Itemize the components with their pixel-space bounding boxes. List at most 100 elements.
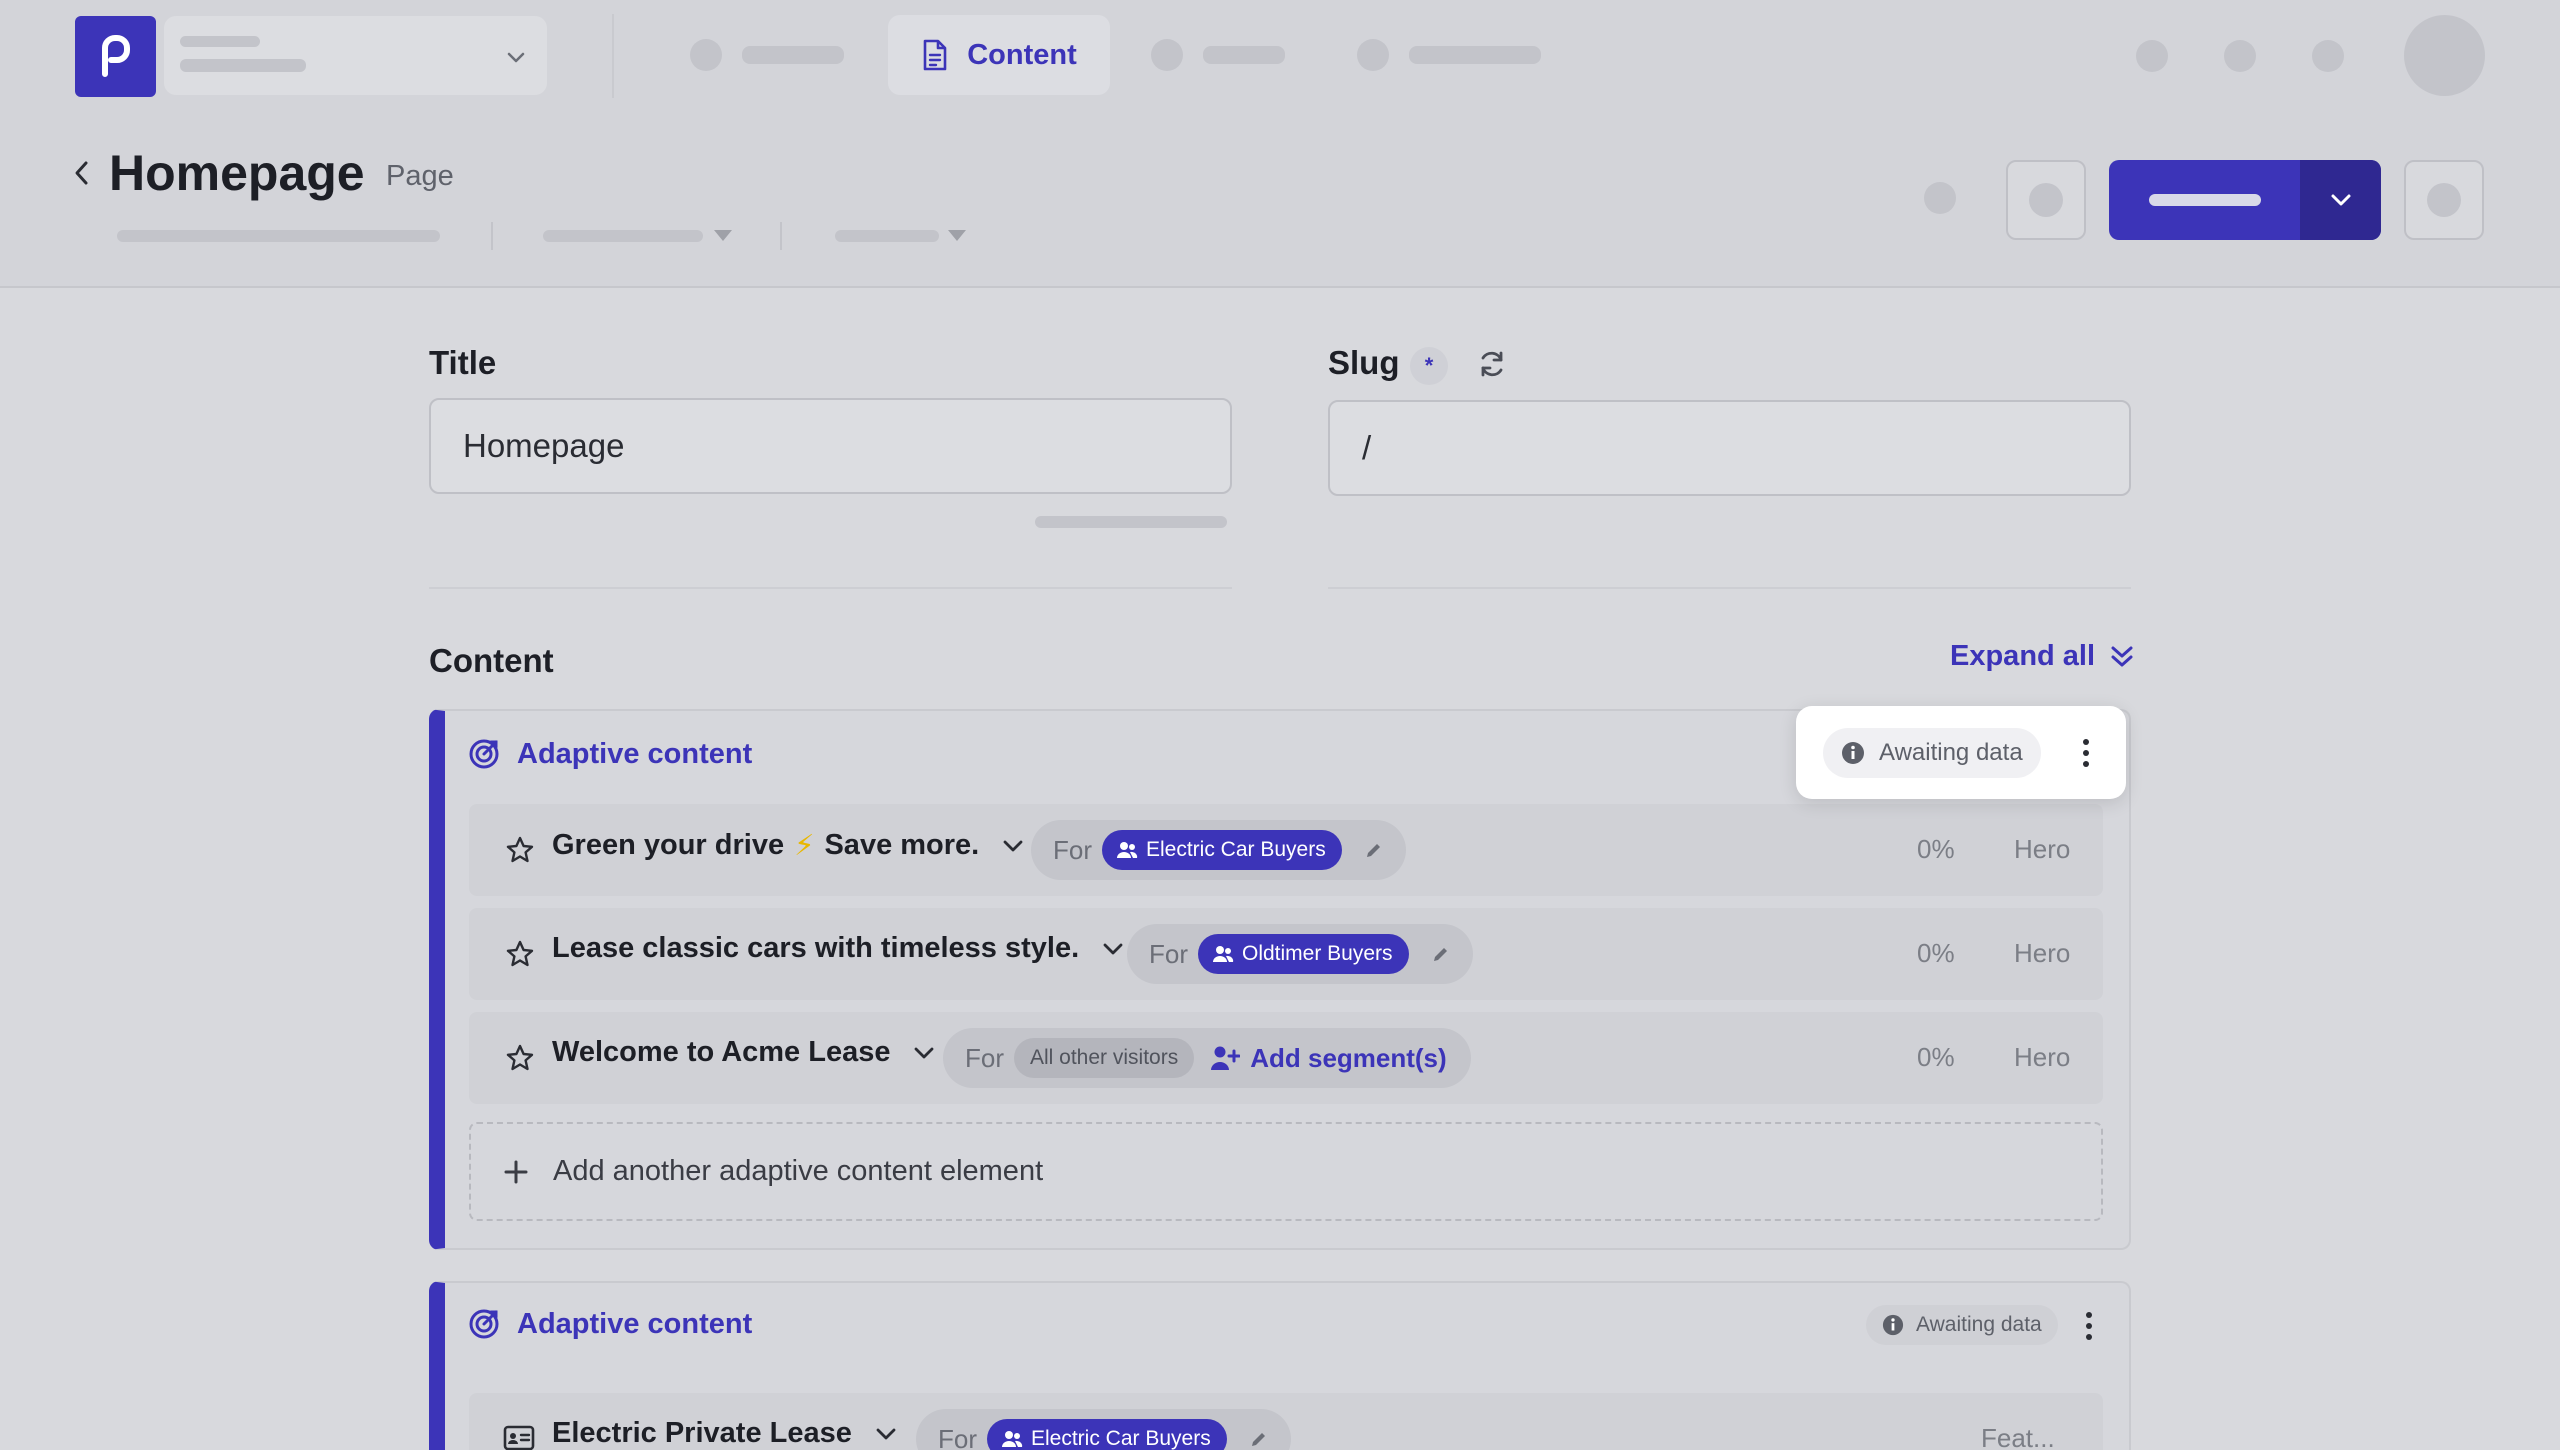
back-arrow-icon[interactable] — [70, 158, 94, 188]
app-logo[interactable] — [75, 16, 156, 97]
nav-label-placeholder — [1409, 46, 1541, 64]
chevron-down-icon — [507, 52, 525, 63]
segment-pill: For Oldtimer Buyers — [1127, 924, 1473, 984]
publish-split-button[interactable] — [2109, 160, 2381, 240]
star-icon[interactable] — [505, 835, 535, 865]
workspace-switcher[interactable] — [164, 16, 547, 95]
star-icon[interactable] — [505, 939, 535, 969]
header-action-icon[interactable] — [1924, 182, 1956, 214]
target-icon — [469, 739, 499, 769]
segment-chip[interactable]: Electric Car Buyers — [1102, 830, 1342, 870]
star-icon[interactable] — [505, 1043, 535, 1073]
info-icon — [1882, 1314, 1904, 1336]
variant-percentage: 0% — [1917, 1042, 1955, 1072]
nav-item-placeholder-3[interactable] — [1357, 39, 1541, 71]
nav-icon-placeholder — [690, 39, 722, 71]
caret-down-icon — [714, 230, 732, 241]
chevron-down-icon[interactable] — [1001, 834, 1025, 858]
variant-row[interactable]: Lease classic cars with timeless style. … — [469, 908, 2103, 1000]
character-count-placeholder — [1035, 516, 1227, 528]
nav-tab-content[interactable]: Content — [888, 15, 1110, 95]
divider — [1328, 587, 2131, 589]
more-options-icon — [2427, 183, 2461, 217]
target-icon — [469, 1309, 499, 1339]
expand-all-label: Expand all — [1950, 640, 2096, 672]
more-vertical-icon[interactable] — [2082, 738, 2089, 767]
variant-title[interactable]: Electric Private Lease — [552, 1417, 898, 1450]
add-segment-label: Add segment(s) — [1250, 1042, 1447, 1073]
for-label: For — [965, 1042, 1004, 1073]
adaptive-content-block: Adaptive content Awaiting data Electric … — [429, 1281, 2131, 1450]
segment-name: Oldtimer Buyers — [1242, 942, 1393, 965]
logo-p-icon — [101, 34, 130, 77]
publish-button[interactable] — [2109, 160, 2300, 240]
adaptive-content-title: Adaptive content — [517, 1307, 753, 1340]
variant-row[interactable]: Welcome to Acme Lease For All other visi… — [469, 1012, 2103, 1104]
double-chevron-down-icon — [2111, 646, 2133, 666]
segment-chip[interactable]: Electric Car Buyers — [987, 1419, 1227, 1450]
preview-button[interactable] — [2006, 160, 2086, 240]
title-input[interactable]: Homepage — [429, 398, 1232, 494]
edit-segment-button[interactable] — [1431, 944, 1451, 964]
variant-percentage: 0% — [1917, 938, 1955, 968]
adaptive-content-header[interactable]: Adaptive content — [467, 1307, 752, 1341]
nav-item-placeholder-1[interactable] — [690, 39, 844, 71]
publish-label-placeholder — [2148, 194, 2261, 206]
nav-item-placeholder-2[interactable] — [1151, 39, 1285, 71]
plus-icon — [504, 1160, 528, 1183]
variant-row[interactable]: Green your drive ⚡ Save more. For Electr… — [469, 804, 2103, 896]
variant-percentage: 0% — [1917, 834, 1955, 864]
add-adaptive-element-button[interactable]: Add another adaptive content element — [469, 1122, 2103, 1221]
adaptive-content-title: Adaptive content — [517, 737, 753, 770]
users-icon — [1213, 946, 1234, 962]
users-icon — [1002, 1431, 1023, 1447]
status-popover: Awaiting data — [1796, 706, 2126, 799]
add-segment-button[interactable]: Add segment(s) — [1210, 1043, 1458, 1074]
add-user-icon — [1211, 1046, 1241, 1070]
divider — [429, 587, 1232, 589]
status-text: Awaiting data — [1916, 1313, 2042, 1336]
publish-options-toggle[interactable] — [2300, 160, 2381, 240]
meta-placeholder-3[interactable] — [835, 230, 939, 242]
status-text: Awaiting data — [1879, 738, 2023, 766]
segment-chip[interactable]: Oldtimer Buyers — [1198, 934, 1409, 974]
more-options-button[interactable] — [2404, 160, 2484, 240]
variant-title[interactable]: Green your drive ⚡ Save more. — [552, 828, 1025, 863]
nav-action-icon-1[interactable] — [2136, 40, 2168, 72]
nav-action-icon-3[interactable] — [2312, 40, 2344, 72]
add-adaptive-element-label: Add another adaptive content element — [553, 1155, 1044, 1187]
chevron-down-icon[interactable] — [1101, 937, 1125, 961]
nav-action-icon-2[interactable] — [2224, 40, 2256, 72]
adaptive-content-header[interactable]: Adaptive content — [467, 737, 752, 771]
segment-pill: For Electric Car Buyers — [916, 1409, 1291, 1450]
more-vertical-icon[interactable] — [2086, 1312, 2092, 1340]
variant-slot: Hero — [2014, 834, 2071, 864]
variant-row[interactable]: Electric Private Lease For Electric Car … — [469, 1393, 2103, 1450]
variant-slot: Hero — [2014, 938, 2071, 968]
variant-title-text: Welcome to Acme Lease — [552, 1036, 891, 1068]
chevron-down-icon[interactable] — [912, 1041, 936, 1065]
segment-pill: For Electric Car Buyers — [1031, 820, 1406, 880]
required-badge: * — [1410, 347, 1448, 385]
variant-title[interactable]: Welcome to Acme Lease — [552, 1036, 936, 1069]
slug-input[interactable]: / — [1328, 400, 2131, 496]
title-label: Title — [429, 344, 497, 381]
refresh-icon[interactable] — [1476, 348, 1508, 380]
variant-title[interactable]: Lease classic cars with timeless style. — [552, 932, 1125, 965]
chevron-down-icon[interactable] — [874, 1422, 898, 1446]
edit-segment-button[interactable] — [1364, 840, 1384, 860]
content-section-title: Content — [429, 642, 554, 679]
workspace-name-placeholder — [180, 36, 260, 47]
meta-placeholder-1 — [117, 230, 440, 242]
expand-all-button[interactable]: Expand all — [1950, 640, 2135, 673]
preview-icon — [2029, 183, 2063, 217]
pencil-icon — [1251, 1433, 1265, 1446]
user-avatar[interactable] — [2404, 15, 2485, 96]
users-icon — [1117, 842, 1138, 858]
variant-slot: Feat... — [1981, 1423, 2055, 1450]
variant-slot: Hero — [2014, 1042, 2071, 1072]
nav-label-placeholder — [1203, 46, 1285, 64]
meta-placeholder-2[interactable] — [543, 230, 703, 242]
edit-segment-button[interactable] — [1249, 1429, 1269, 1449]
slug-label: Slug — [1328, 344, 1400, 381]
